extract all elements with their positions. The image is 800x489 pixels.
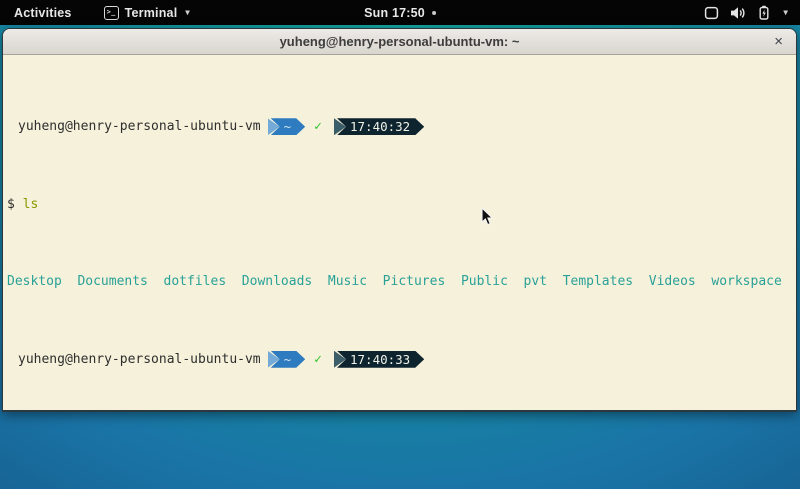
terminal-icon: >_ xyxy=(104,6,119,20)
window-title: yuheng@henry-personal-ubuntu-vm: ~ xyxy=(280,34,520,49)
chevron-down-icon: ▾ xyxy=(185,7,189,18)
battery-charging-icon xyxy=(757,5,771,20)
directory-name: dotfiles xyxy=(164,274,227,290)
directory-name: Templates xyxy=(563,274,633,290)
powerline-time-segment: 17:40:33 xyxy=(334,351,424,368)
prompt-user-host: yuheng@henry-personal-ubuntu-vm xyxy=(18,352,261,368)
screen-icon xyxy=(704,6,719,20)
window-titlebar[interactable]: yuheng@henry-personal-ubuntu-vm: ~ × xyxy=(3,29,796,55)
directory-name: Desktop xyxy=(7,274,62,290)
caret-down-icon: ▾ xyxy=(784,7,788,18)
close-icon[interactable]: × xyxy=(774,34,783,49)
prompt-line: yuheng@henry-personal-ubuntu-vm ~ ✓ 17:4… xyxy=(7,119,794,135)
system-status-menu[interactable]: ▾ xyxy=(698,0,794,25)
prompt-char: $ xyxy=(7,197,15,213)
top-bar: Activities >_ Terminal ▾ Sun 17:50 ▾ xyxy=(0,0,800,25)
notification-dot-icon xyxy=(432,11,436,15)
directory-name: Music xyxy=(328,274,367,290)
volume-icon xyxy=(730,6,746,20)
command-text: ls xyxy=(23,197,39,213)
directory-name: pvt xyxy=(524,274,547,290)
status-check-icon: ✓ xyxy=(314,352,322,368)
prompt-user-host: yuheng@henry-personal-ubuntu-vm xyxy=(18,119,261,135)
clock-button[interactable]: Sun 17:50 xyxy=(364,0,436,25)
time-badge: 17:40:32 xyxy=(337,118,424,135)
directory-name: Downloads xyxy=(242,274,312,290)
directory-name: Documents xyxy=(77,274,147,290)
directory-name: Pictures xyxy=(383,274,446,290)
clock-label: Sun 17:50 xyxy=(364,6,425,20)
mouse-pointer-icon xyxy=(481,207,495,232)
directory-name: workspace xyxy=(711,274,781,290)
directory-name: Public xyxy=(461,274,508,290)
prompt-line: yuheng@henry-personal-ubuntu-vm ~ ✓ 17:4… xyxy=(7,352,794,368)
powerline-cwd-segment: ~ xyxy=(268,118,306,135)
powerline-cwd-segment: ~ xyxy=(268,351,306,368)
command-line: $ ls xyxy=(7,197,794,213)
terminal-window: yuheng@henry-personal-ubuntu-vm: ~ × yuh… xyxy=(2,28,797,412)
app-menu-terminal[interactable]: >_ Terminal ▾ xyxy=(104,6,190,20)
time-badge: 17:40:33 xyxy=(337,351,424,368)
terminal-screen[interactable]: yuheng@henry-personal-ubuntu-vm ~ ✓ 17:4… xyxy=(3,55,796,410)
directory-name: Videos xyxy=(649,274,696,290)
ls-output-line: Desktop Documents dotfiles Downloads Music Pi… xyxy=(7,274,794,290)
app-menu-label: Terminal xyxy=(125,6,178,20)
desktop: { "topbar": { "activities_label": "Activ… xyxy=(0,0,800,489)
status-check-icon: ✓ xyxy=(314,119,322,135)
activities-button[interactable]: Activities xyxy=(10,6,76,20)
powerline-time-segment: 17:40:32 xyxy=(334,118,424,135)
